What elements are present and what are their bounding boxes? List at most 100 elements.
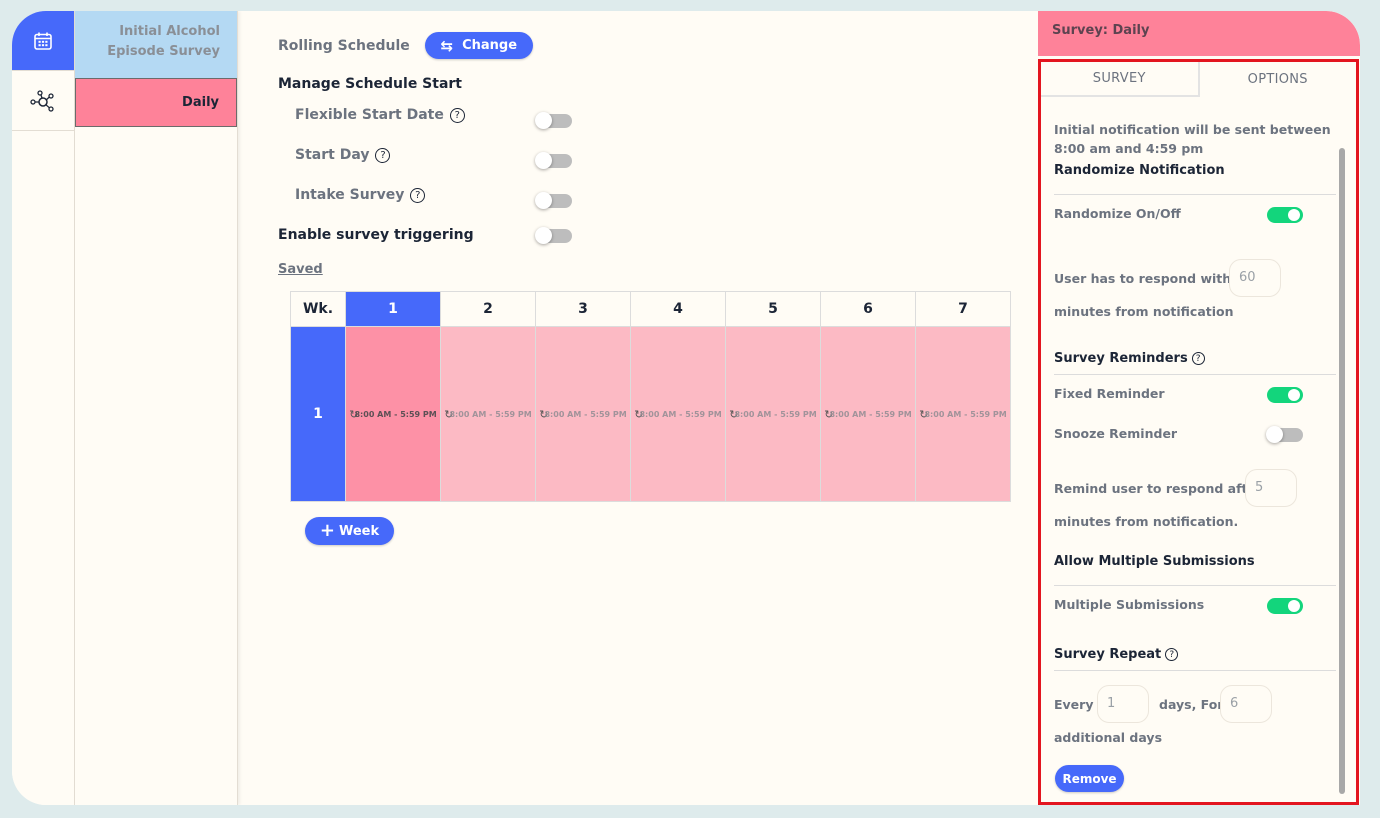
schedule-cell[interactable]: ↻ 8:00 AM - 5:59 PM bbox=[535, 326, 631, 502]
grid-header-row: Wk. 1 2 3 4 5 6 7 bbox=[290, 291, 1011, 327]
repeat-for-input[interactable]: 6 bbox=[1220, 685, 1272, 723]
manage-schedule-heading: Manage Schedule Start bbox=[278, 76, 463, 92]
day-header[interactable]: 2 bbox=[440, 291, 536, 327]
rail-calendar-button[interactable] bbox=[12, 11, 74, 71]
schedule-cell[interactable]: ↻ 8:00 AM - 5:59 PM bbox=[820, 326, 916, 502]
toggle-knob bbox=[1266, 426, 1283, 443]
day-header[interactable]: 6 bbox=[820, 291, 916, 327]
panel-tabs: SURVEY OPTIONS bbox=[1041, 62, 1356, 97]
schedule-cell[interactable]: ↻ 8:00 AM - 5:59 PM bbox=[915, 326, 1011, 502]
help-icon[interactable]: ? bbox=[1191, 352, 1205, 365]
additional-days-label: additional days bbox=[1054, 730, 1163, 745]
repeat-every-label: Every bbox=[1054, 697, 1094, 712]
start-day-toggle[interactable] bbox=[535, 152, 572, 169]
time-window: 8:00 AM - 5:59 PM bbox=[829, 409, 912, 419]
schedule-cell[interactable]: ↻ 8:00 AM - 5:59 PM bbox=[345, 326, 441, 502]
tab-survey[interactable]: SURVEY bbox=[1041, 62, 1200, 97]
enable-triggering-toggle[interactable] bbox=[535, 227, 572, 244]
multiple-submissions-label: Multiple Submissions bbox=[1054, 597, 1205, 612]
help-icon[interactable]: ? bbox=[1165, 648, 1179, 661]
day-header[interactable]: 7 bbox=[915, 291, 1011, 327]
enable-triggering-label: Enable survey triggering bbox=[278, 227, 474, 243]
notification-info: Initial notification will be sent betwee… bbox=[1054, 122, 1331, 156]
remove-button[interactable]: Remove bbox=[1055, 765, 1124, 792]
repeat-days-for-label: days, For bbox=[1159, 697, 1224, 712]
change-button-label: Change bbox=[462, 38, 518, 53]
randomize-toggle-label: Randomize On/Off bbox=[1054, 206, 1181, 221]
time-window: 8:00 AM - 5:59 PM bbox=[544, 409, 627, 419]
intake-survey-toggle[interactable] bbox=[535, 192, 572, 209]
remind-after-input[interactable]: 5 bbox=[1245, 469, 1297, 507]
time-window: 8:00 AM - 5:59 PM bbox=[924, 409, 1007, 419]
reminders-heading: Survey Reminders bbox=[1054, 351, 1188, 366]
survey-panel: Survey: Daily SURVEY OPTIONS Initial not… bbox=[1038, 11, 1360, 805]
week-number[interactable]: 1 bbox=[290, 326, 346, 502]
toggle-knob bbox=[535, 192, 552, 209]
survey-item-initial-alcohol-episode[interactable]: Initial Alcohol Episode Survey bbox=[75, 11, 237, 78]
schedule-type-label: Rolling Schedule bbox=[278, 37, 410, 54]
network-icon bbox=[30, 89, 54, 112]
toggle-knob bbox=[1288, 209, 1300, 221]
toggle-knob bbox=[1288, 600, 1300, 612]
respond-within-label: User has to respond within bbox=[1054, 271, 1245, 286]
change-schedule-button[interactable]: ⇆ Change bbox=[424, 32, 533, 59]
icon-rail bbox=[12, 11, 75, 805]
app-window: Initial Alcohol Episode Survey Daily Rol… bbox=[12, 11, 1360, 805]
respond-within-input[interactable]: 60 bbox=[1229, 259, 1281, 297]
time-window: 8:00 AM - 5:59 PM bbox=[734, 409, 817, 419]
tab-options[interactable]: OPTIONS bbox=[1200, 62, 1357, 97]
multiple-submissions-heading: Allow Multiple Submissions bbox=[1054, 554, 1255, 569]
randomize-heading: Randomize Notification bbox=[1054, 163, 1225, 178]
repeat-every-input[interactable]: 1 bbox=[1097, 685, 1149, 723]
divider bbox=[1054, 194, 1336, 195]
day-header[interactable]: 1 bbox=[345, 291, 441, 327]
fixed-reminder-toggle[interactable] bbox=[1267, 387, 1303, 403]
survey-item-daily[interactable]: Daily bbox=[75, 78, 237, 127]
day-header[interactable]: 3 bbox=[535, 291, 631, 327]
remind-after-suffix: minutes from notification. bbox=[1054, 514, 1239, 529]
flexible-start-date-label: Flexible Start Date bbox=[295, 107, 444, 123]
divider bbox=[1054, 670, 1336, 671]
help-icon[interactable]: ? bbox=[449, 107, 465, 123]
rail-network-button[interactable] bbox=[12, 71, 74, 131]
time-window: 8:00 AM - 5:59 PM bbox=[354, 409, 437, 419]
randomize-toggle[interactable] bbox=[1267, 207, 1303, 223]
schedule-cell[interactable]: ↻ 8:00 AM - 5:59 PM bbox=[725, 326, 821, 502]
week-row: 1 ↻ 8:00 AM - 5:59 PM ↻ 8:00 AM - 5:59 PM … bbox=[290, 326, 1011, 502]
fixed-reminder-label: Fixed Reminder bbox=[1054, 386, 1165, 401]
calendar-icon bbox=[34, 32, 52, 50]
help-icon[interactable]: ? bbox=[375, 147, 391, 163]
flexible-start-date-toggle[interactable] bbox=[535, 112, 572, 129]
toggle-knob bbox=[535, 112, 552, 129]
snooze-reminder-toggle[interactable] bbox=[1266, 426, 1303, 443]
schedule-cell[interactable]: ↻ 8:00 AM - 5:59 PM bbox=[440, 326, 536, 502]
snooze-reminder-label: Snooze Reminder bbox=[1054, 426, 1178, 441]
respond-within-suffix: minutes from notification bbox=[1054, 304, 1234, 319]
toggle-knob bbox=[535, 152, 552, 169]
add-week-label: Week bbox=[338, 523, 380, 539]
options-panel-highlight: SURVEY OPTIONS Initial notification will… bbox=[1038, 59, 1359, 805]
toggle-knob bbox=[1288, 389, 1300, 401]
help-icon[interactable]: ? bbox=[410, 187, 426, 203]
schedule-cell[interactable]: ↻ 8:00 AM - 5:59 PM bbox=[630, 326, 726, 502]
divider bbox=[1054, 585, 1336, 586]
schedule-editor: Rolling Schedule ⇆ Change Manage Schedul… bbox=[277, 11, 1037, 805]
add-week-button[interactable]: + Week bbox=[305, 517, 394, 545]
remind-after-label: Remind user to respond after bbox=[1054, 481, 1263, 496]
start-day-label: Start Day bbox=[295, 147, 370, 163]
week-column-header: Wk. bbox=[290, 291, 346, 327]
intake-survey-label: Intake Survey bbox=[295, 187, 405, 203]
toggle-knob bbox=[535, 227, 552, 244]
plus-icon: + bbox=[319, 520, 335, 541]
time-window: 8:00 AM - 5:59 PM bbox=[449, 409, 532, 419]
swap-arrows-icon: ⇆ bbox=[440, 36, 454, 55]
options-scrollbar[interactable] bbox=[1339, 148, 1345, 794]
divider bbox=[1054, 374, 1336, 375]
multiple-submissions-toggle[interactable] bbox=[1267, 598, 1303, 614]
time-window: 8:00 AM - 5:59 PM bbox=[639, 409, 722, 419]
day-header[interactable]: 4 bbox=[630, 291, 726, 327]
panel-title: Survey: Daily bbox=[1038, 11, 1360, 56]
survey-list: Initial Alcohol Episode Survey Daily bbox=[75, 11, 238, 805]
day-header[interactable]: 5 bbox=[725, 291, 821, 327]
saved-status: Saved bbox=[278, 262, 323, 277]
